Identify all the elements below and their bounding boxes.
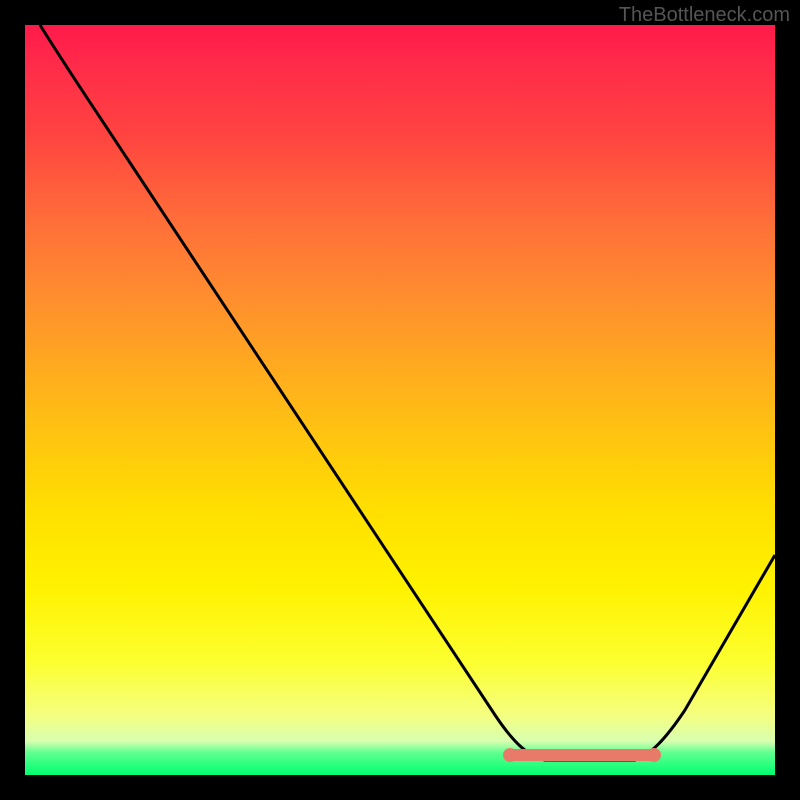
- watermark-text: TheBottleneck.com: [619, 4, 790, 27]
- plot-area: [25, 25, 775, 775]
- curve-svg: [25, 25, 775, 775]
- curve-path: [40, 25, 775, 760]
- optimal-range-marker: [507, 749, 657, 761]
